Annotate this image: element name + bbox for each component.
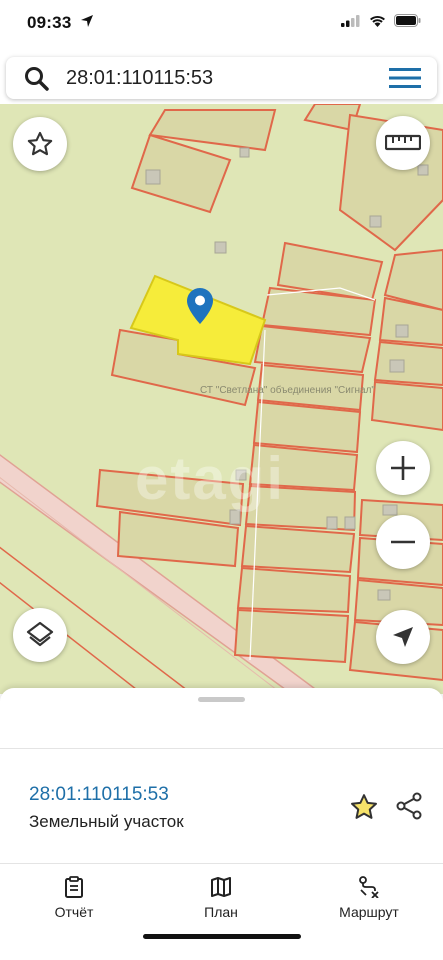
tab-route[interactable]: Маршрут: [319, 876, 419, 920]
search-input[interactable]: 28:01:110115:53: [66, 67, 213, 90]
favorite-button[interactable]: [349, 792, 379, 827]
ruler-button[interactable]: [376, 116, 430, 170]
home-indicator[interactable]: [143, 934, 301, 939]
locate-icon: [393, 627, 413, 647]
map-icon: [211, 877, 231, 897]
battery-icon: [394, 14, 421, 27]
sheet-grabber[interactable]: [198, 697, 245, 702]
search-bar[interactable]: 28:01:110115:53: [6, 57, 437, 99]
ruler-icon: [385, 134, 421, 151]
tab-report[interactable]: Отчёт: [24, 876, 124, 920]
divider: [0, 863, 443, 864]
zoom-out-button[interactable]: [376, 515, 430, 569]
report-icon: [65, 876, 83, 898]
locate-button[interactable]: [376, 610, 430, 664]
wifi-icon: [370, 15, 385, 27]
search-icon[interactable]: [24, 66, 50, 97]
map-watermark: etagi: [135, 445, 286, 512]
map-view[interactable]: СТ "Светлана" объединения "Сигнал" etagi: [0, 104, 443, 694]
zoom-out-icon: [391, 540, 415, 544]
star-icon: [27, 131, 53, 156]
status-bar: 09:33: [0, 0, 443, 46]
map-parcels: [0, 104, 443, 694]
star-icon: [351, 794, 377, 819]
tab-route-label: Маршрут: [339, 904, 399, 920]
zoom-in-button[interactable]: [376, 441, 430, 495]
cadastral-number[interactable]: 28:01:110115:53: [29, 784, 169, 806]
layers-button[interactable]: [13, 608, 67, 662]
favorite-map-button[interactable]: [13, 117, 67, 171]
share-button[interactable]: [395, 792, 423, 825]
object-sheet[interactable]: 28:01:110115:53 Земельный участок Отчёт …: [0, 688, 443, 960]
layers-icon: [26, 621, 54, 647]
location-marker-icon[interactable]: [187, 288, 213, 329]
map-place-label: СТ "Светлана" объединения "Сигнал": [200, 385, 375, 396]
status-time: 09:33: [27, 13, 72, 32]
divider: [0, 748, 443, 749]
tab-plan[interactable]: План: [171, 876, 271, 920]
tab-plan-label: План: [204, 904, 238, 920]
route-icon: [359, 876, 379, 898]
zoom-in-icon: [391, 456, 415, 480]
tab-report-label: Отчёт: [54, 904, 94, 920]
signal-icon: [341, 14, 360, 27]
share-icon: [396, 792, 422, 820]
menu-icon[interactable]: [389, 67, 421, 94]
status-indicators: [341, 14, 421, 27]
location-arrow-icon: [80, 14, 94, 33]
object-type: Земельный участок: [29, 812, 184, 831]
